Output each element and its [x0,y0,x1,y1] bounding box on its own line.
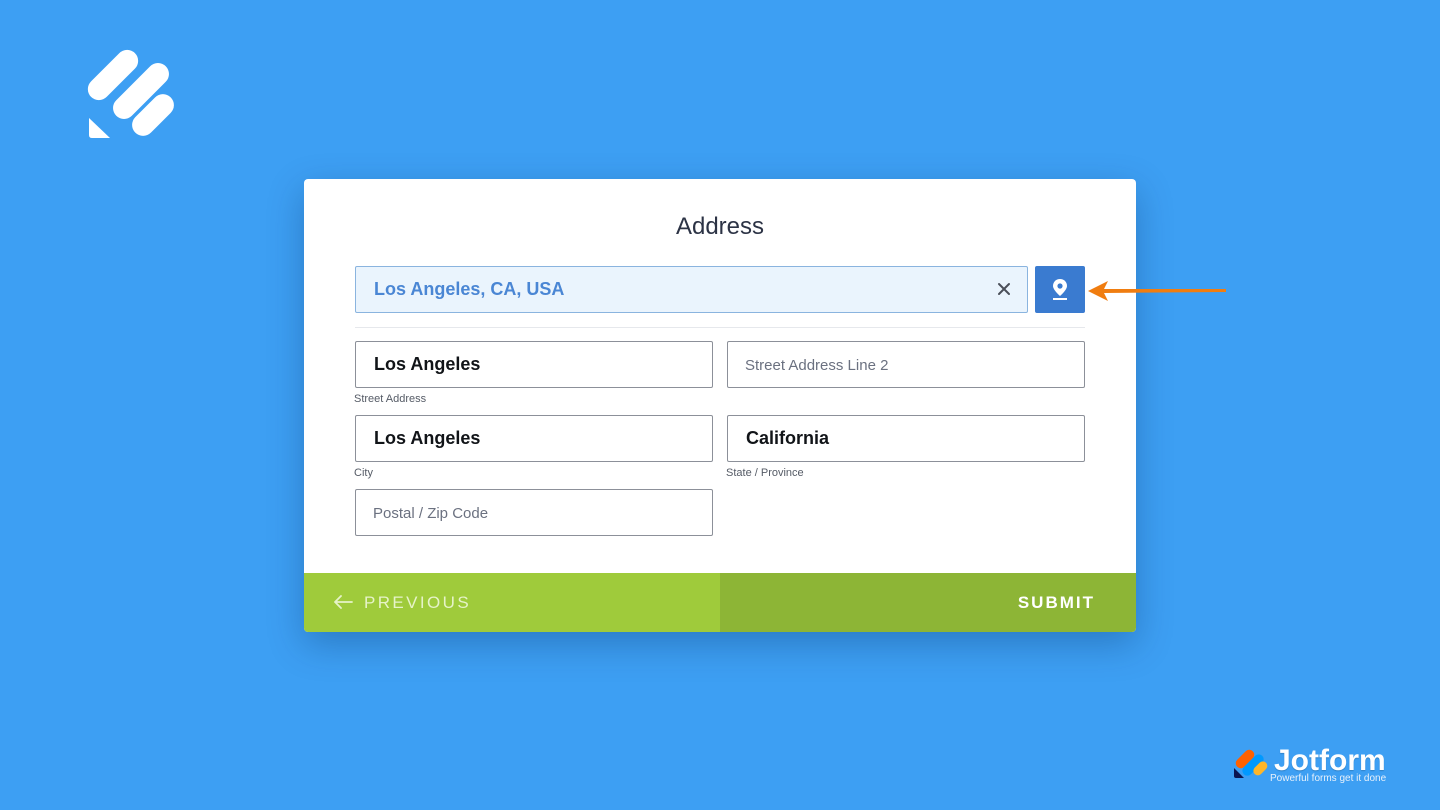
address-form-card: Address Los Angeles, CA, USA Los Angeles… [304,179,1136,632]
previous-button[interactable]: PREVIOUS [304,573,720,632]
brand-tagline: Powerful forms get it done [1270,773,1387,784]
state-value: California [746,428,830,448]
jotform-brand-icon [1234,749,1268,778]
street-address-line2-placeholder: Street Address Line 2 [745,357,889,374]
annotation-arrow-icon [1088,281,1226,301]
city-label: City [354,467,373,479]
postal-code-placeholder: Postal / Zip Code [373,505,489,522]
map-pin-icon [1053,279,1067,300]
address-search-value: Los Angeles, CA, USA [374,279,565,299]
jotform-brand: Jotform Powerful forms get it done [1232,744,1408,788]
close-icon[interactable] [995,280,1013,298]
section-divider [355,327,1085,328]
submit-label: SUBMIT [1017,593,1095,612]
state-field[interactable]: California [727,415,1085,462]
state-label: State / Province [726,467,804,479]
geolocate-button[interactable] [1035,266,1085,313]
street-address-label: Street Address [354,393,427,405]
submit-button[interactable]: SUBMIT [720,573,1136,632]
street-address-value: Los Angeles [374,354,481,374]
arrow-left-icon [334,595,353,609]
postal-code-field[interactable]: Postal / Zip Code [355,489,713,536]
street-address-field[interactable]: Los Angeles [355,341,713,388]
address-search-input[interactable]: Los Angeles, CA, USA [355,266,1028,313]
street-address-line2-field[interactable]: Street Address Line 2 [727,341,1085,388]
form-title: Address [675,213,765,240]
jotform-logo-icon [87,49,174,138]
form-footer: PREVIOUS SUBMIT [304,573,1136,632]
previous-label: PREVIOUS [364,593,472,612]
city-field[interactable]: Los Angeles [355,415,713,462]
city-value: Los Angeles [374,428,481,448]
